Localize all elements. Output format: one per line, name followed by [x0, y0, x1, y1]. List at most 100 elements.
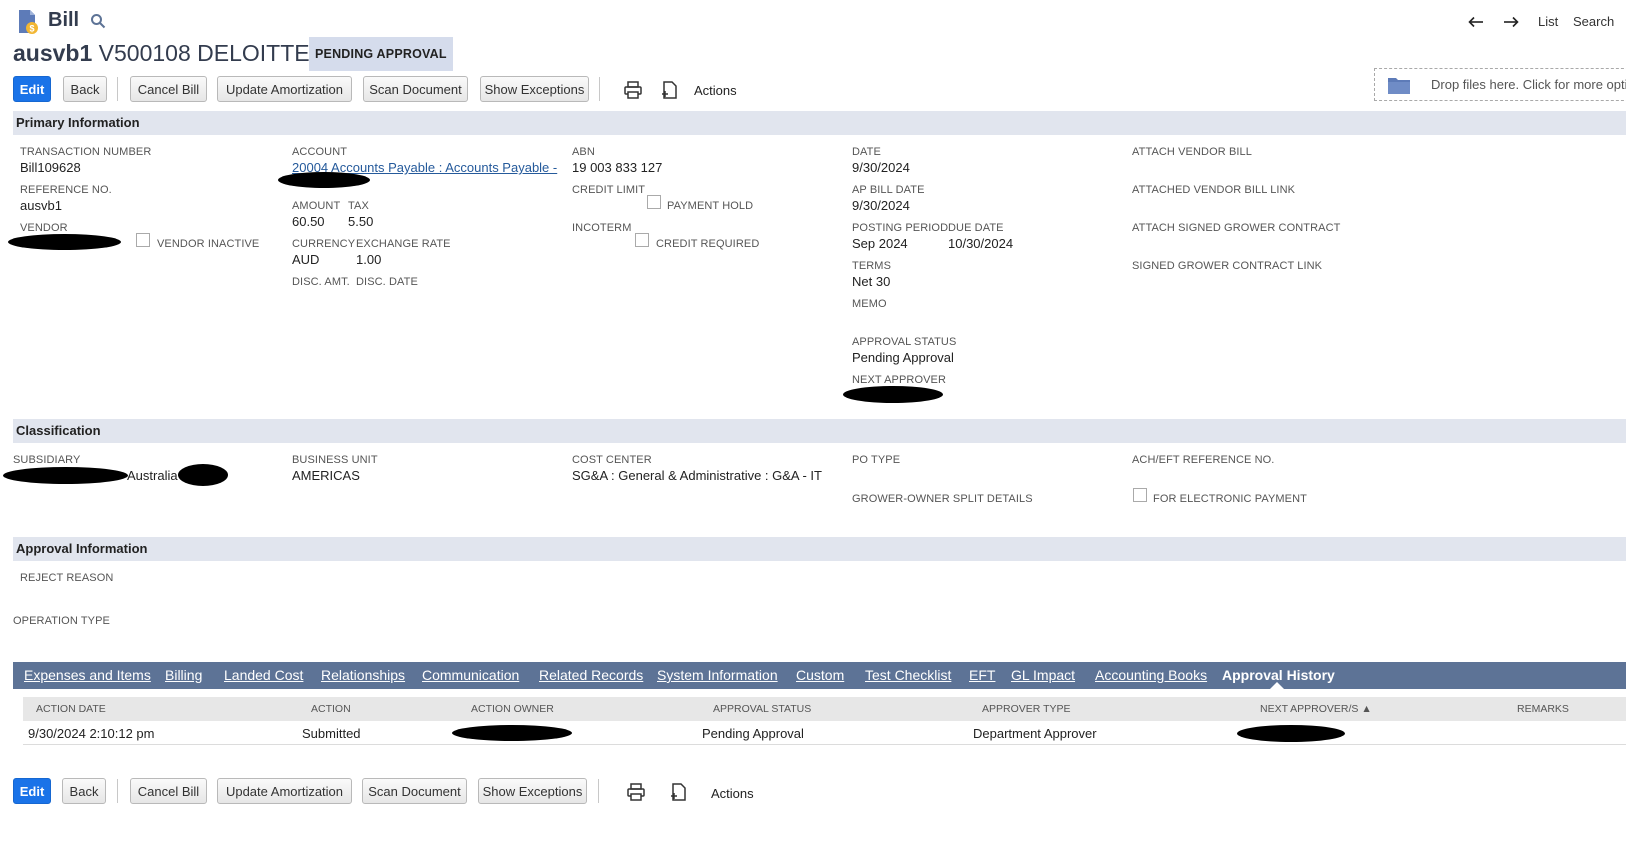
approval-status-label: APPROVAL STATUS [852, 336, 957, 348]
cost-center-label: COST CENTER [572, 454, 652, 466]
table-row: 9/30/2024 2:10:12 pm Submitted Pending A… [23, 721, 1626, 745]
toolbar-divider [598, 779, 599, 803]
toolbar-divider [117, 779, 118, 803]
tax-value: 5.50 [348, 214, 374, 229]
ap-bill-date-value: 9/30/2024 [852, 198, 910, 213]
back-button-bottom[interactable]: Back [62, 778, 106, 804]
new-document-icon[interactable] [660, 80, 680, 100]
nav-list-link[interactable]: List [1538, 14, 1558, 29]
tab-related-records[interactable]: Related Records [539, 667, 643, 683]
history-table-header: ACTION DATE ACTION ACTION OWNER APPROVAL… [23, 697, 1626, 721]
tab-relationships[interactable]: Relationships [321, 667, 405, 683]
vendor-label: VENDOR [20, 222, 68, 234]
arrow-left-icon[interactable] [1468, 16, 1484, 28]
incoterm-label: INCOTERM [572, 222, 632, 234]
tab-custom[interactable]: Custom [796, 667, 844, 683]
col-remarks[interactable]: REMARKS [1517, 703, 1569, 715]
transaction-number-value: Bill109628 [20, 160, 81, 175]
abn-label: ABN [572, 146, 595, 158]
ach-eft-ref-label: ACH/EFT REFERENCE NO. [1132, 454, 1275, 466]
due-date-label: DUE DATE [948, 222, 1004, 234]
svg-text:$: $ [29, 24, 34, 34]
posting-period-value: Sep 2024 [852, 236, 908, 251]
amount-label: AMOUNT [292, 200, 341, 212]
col-approver-type[interactable]: APPROVER TYPE [982, 703, 1071, 715]
new-document-icon[interactable] [669, 782, 689, 802]
redacted-next-approvers [1237, 725, 1345, 742]
redacted-subsidiary-suffix [178, 464, 228, 486]
record-name: V500108 DELOITTE [98, 40, 310, 66]
show-exceptions-button-bottom[interactable]: Show Exceptions [478, 778, 587, 804]
scan-document-button-bottom[interactable]: Scan Document [362, 778, 467, 804]
scan-document-button[interactable]: Scan Document [363, 76, 468, 102]
col-next-approvers[interactable]: NEXT APPROVER/S ▲ [1260, 703, 1372, 715]
search-icon[interactable] [90, 13, 106, 29]
credit-limit-label: CREDIT LIMIT [572, 184, 646, 196]
section-primary-information[interactable]: Primary Information [13, 111, 1626, 135]
show-exceptions-button[interactable]: Show Exceptions [480, 76, 589, 102]
print-icon[interactable] [626, 782, 646, 802]
cell-action-date: 9/30/2024 2:10:12 pm [28, 726, 155, 741]
reference-no-value: ausvb1 [20, 198, 62, 213]
section-classification[interactable]: Classification [13, 419, 1626, 443]
toolbar-divider [599, 77, 600, 101]
cell-approval-status: Pending Approval [702, 726, 804, 741]
redacted-vendor [8, 234, 121, 250]
record-title: ausvb1 V500108 DELOITTE [13, 40, 310, 67]
col-action-date[interactable]: ACTION DATE [36, 703, 106, 715]
update-amortization-button[interactable]: Update Amortization [217, 76, 352, 102]
drop-zone-text: Drop files here. Click for more options. [1431, 77, 1626, 92]
edit-button[interactable]: Edit [13, 76, 51, 102]
tab-gl-impact[interactable]: GL Impact [1011, 667, 1075, 683]
business-unit-value: AMERICAS [292, 468, 360, 483]
cancel-bill-button-bottom[interactable]: Cancel Bill [130, 778, 207, 804]
abn-value: 19 003 833 127 [572, 160, 663, 175]
nav-search-link[interactable]: Search [1573, 14, 1614, 29]
col-approval-status[interactable]: APPROVAL STATUS [713, 703, 811, 715]
transaction-number-label: TRANSACTION NUMBER [20, 146, 152, 158]
actions-menu[interactable]: Actions [694, 83, 737, 98]
arrow-right-icon[interactable] [1503, 16, 1519, 28]
col-action[interactable]: ACTION [311, 703, 351, 715]
bill-record-icon: $ [19, 10, 38, 34]
next-approver-label: NEXT APPROVER [852, 374, 947, 386]
col-action-owner[interactable]: ACTION OWNER [471, 703, 554, 715]
tab-system-information[interactable]: System Information [657, 667, 778, 683]
edit-button-bottom[interactable]: Edit [13, 778, 51, 804]
tab-landed-cost[interactable]: Landed Cost [224, 667, 303, 683]
cancel-bill-button[interactable]: Cancel Bill [130, 76, 207, 102]
tab-approval-history[interactable]: Approval History [1222, 667, 1335, 683]
reject-reason-label: REJECT REASON [20, 572, 114, 584]
folder-icon [1388, 78, 1410, 94]
currency-label: CURRENCY [292, 238, 356, 250]
tab-test-checklist[interactable]: Test Checklist [865, 667, 951, 683]
cost-center-value: SG&A : General & Administrative : G&A - … [572, 468, 822, 483]
update-amortization-button-bottom[interactable]: Update Amortization [217, 778, 352, 804]
terms-label: TERMS [852, 260, 891, 272]
actions-menu-bottom[interactable]: Actions [711, 786, 754, 801]
po-type-label: PO TYPE [852, 454, 901, 466]
print-icon[interactable] [623, 80, 643, 100]
credit-required-checkbox[interactable] [635, 233, 649, 247]
toolbar-divider [117, 77, 118, 101]
redacted-next-approver [843, 386, 943, 403]
attached-vendor-bill-link-label: ATTACHED VENDOR BILL LINK [1132, 184, 1296, 196]
redacted-account [278, 172, 370, 188]
tab-eft[interactable]: EFT [969, 667, 995, 683]
tab-communication[interactable]: Communication [422, 667, 519, 683]
back-button[interactable]: Back [63, 76, 107, 102]
cell-action: Submitted [302, 726, 361, 741]
approval-status-value: Pending Approval [852, 350, 954, 365]
tab-expenses-and-items[interactable]: Expenses and Items [24, 667, 151, 683]
exchange-rate-label: EXCHANGE RATE [356, 238, 451, 250]
vendor-inactive-checkbox[interactable] [136, 233, 150, 247]
payment-hold-checkbox[interactable] [647, 195, 661, 209]
file-drop-zone[interactable]: Drop files here. Click for more options. [1374, 68, 1626, 101]
section-approval-information[interactable]: Approval Information [13, 537, 1626, 561]
for-electronic-payment-checkbox[interactable] [1133, 488, 1147, 502]
tab-accounting-books[interactable]: Accounting Books [1095, 667, 1207, 683]
disc-date-label: DISC. DATE [356, 276, 418, 288]
redacted-action-owner [452, 725, 572, 741]
tab-billing[interactable]: Billing [165, 667, 202, 683]
payment-hold-label: PAYMENT HOLD [667, 200, 754, 212]
